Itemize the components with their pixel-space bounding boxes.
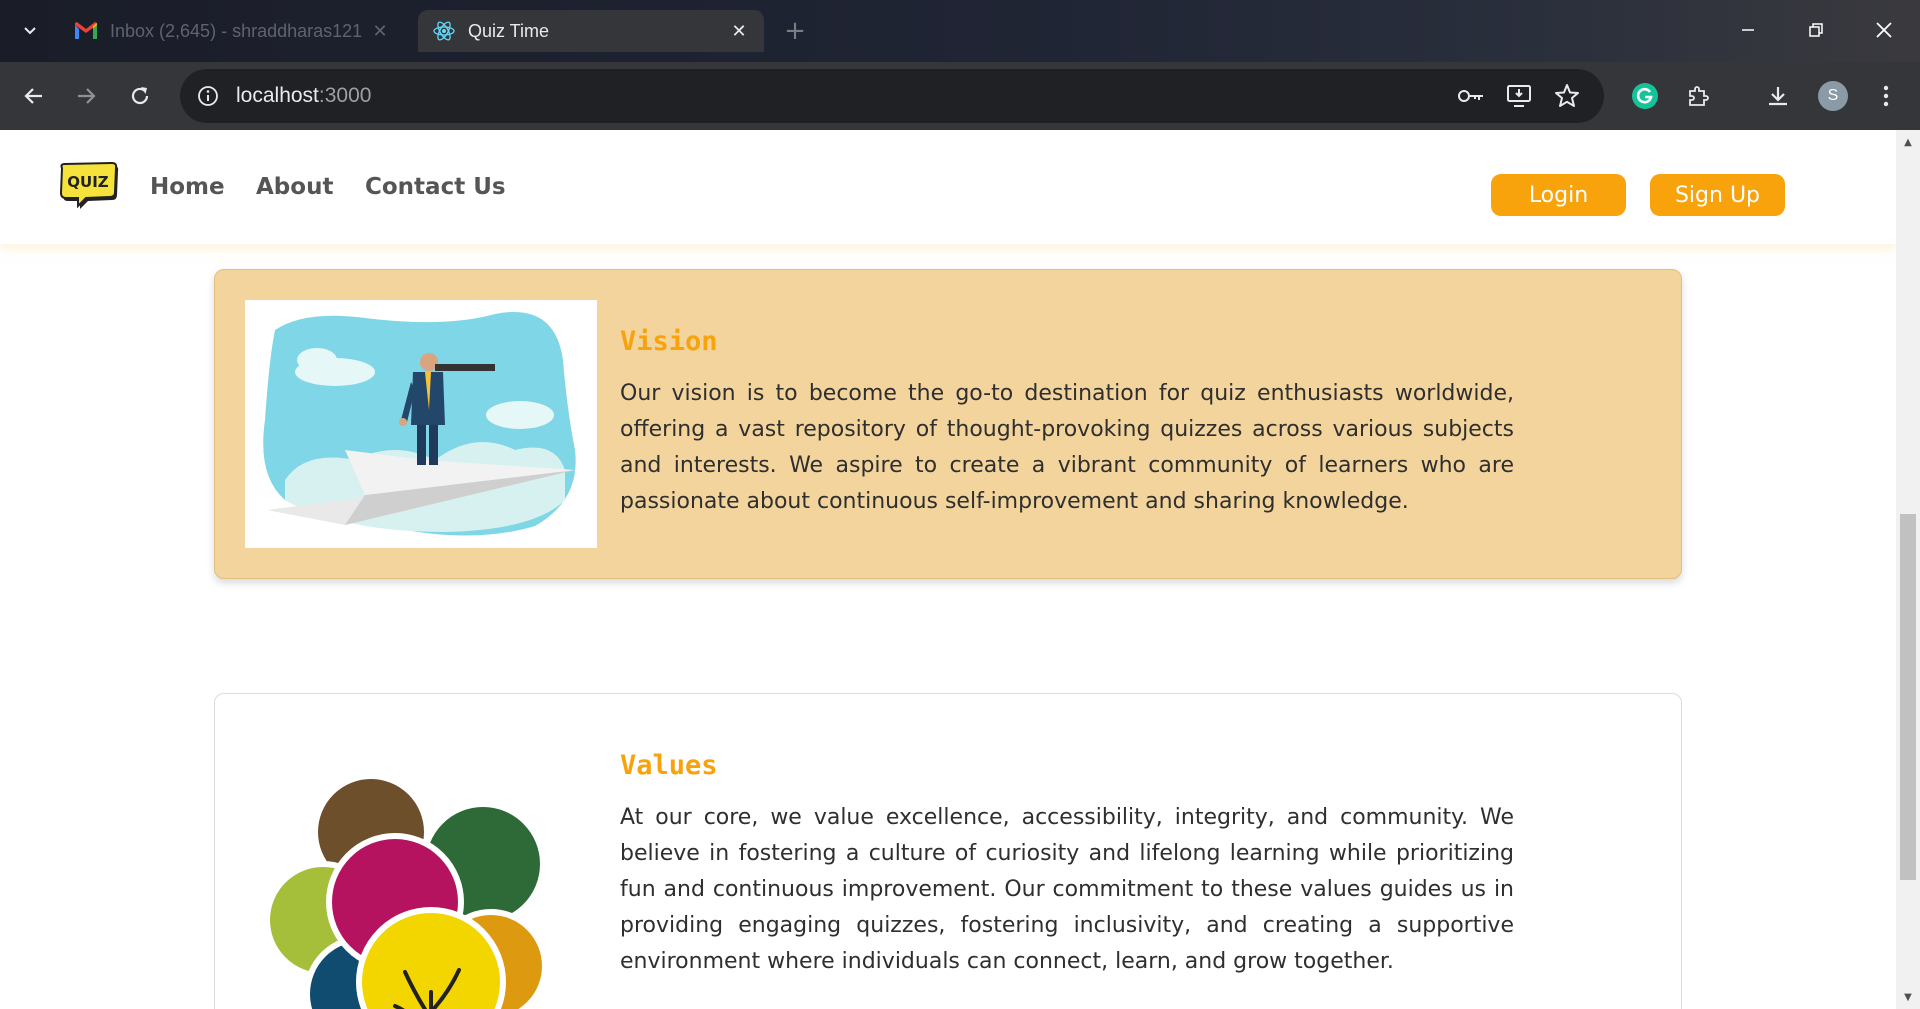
password-key-icon[interactable] xyxy=(1456,82,1486,110)
install-app-icon[interactable] xyxy=(1504,82,1534,110)
vision-title: Vision xyxy=(620,326,718,357)
site-info-icon[interactable] xyxy=(194,82,222,110)
tab-title: Quiz Time xyxy=(468,20,550,41)
download-icon xyxy=(1769,87,1787,106)
close-icon xyxy=(1876,22,1892,38)
close-icon[interactable]: ✕ xyxy=(728,20,750,42)
minimize-button[interactable] xyxy=(1726,10,1770,50)
bookmark-star-icon[interactable] xyxy=(1552,82,1582,110)
login-label: Login xyxy=(1528,182,1589,208)
logo-text: QUIZ xyxy=(67,173,109,191)
vision-card: Vision Our vision is to become the go-to… xyxy=(214,269,1682,579)
tab-title: Inbox (2,645) - shraddharas121 xyxy=(110,20,363,41)
browser-tab-strip: Inbox (2,645) - shraddharas121 ✕ Quiz Ti… xyxy=(0,0,1920,62)
extensions-button[interactable] xyxy=(1678,76,1718,116)
quiz-logo[interactable]: QUIZ xyxy=(56,160,120,210)
chevron-down-icon xyxy=(24,27,36,35)
restore-button[interactable] xyxy=(1794,10,1838,50)
browser-tab-quiz-time[interactable]: Quiz Time ✕ xyxy=(418,10,764,52)
scrollbar-thumb[interactable] xyxy=(1900,514,1916,880)
reload-button[interactable] xyxy=(120,76,160,116)
react-icon xyxy=(432,19,456,43)
back-button[interactable] xyxy=(14,76,54,116)
minimize-icon xyxy=(1742,29,1754,31)
gmail-icon xyxy=(74,19,98,43)
site-navbar: QUIZ Home About Contact Us Login Sign Up xyxy=(0,130,1896,244)
vision-text: Our vision is to become the go-to destin… xyxy=(620,381,1514,514)
page-viewport: QUIZ Home About Contact Us Login Sign Up xyxy=(0,130,1896,1009)
vision-illustration xyxy=(245,300,597,548)
grammarly-icon xyxy=(1632,83,1658,109)
values-text: At our core, we value excellence, access… xyxy=(620,805,1514,974)
browser-tab-gmail[interactable]: Inbox (2,645) - shraddharas121 ✕ xyxy=(60,10,405,52)
downloads-button[interactable] xyxy=(1758,76,1798,116)
values-illustration xyxy=(245,734,597,1009)
menu-button[interactable] xyxy=(1866,76,1906,116)
restore-icon xyxy=(1809,23,1823,37)
more-vertical-icon xyxy=(1883,85,1889,107)
page-scrollbar[interactable]: ▲ ▼ xyxy=(1896,130,1920,1009)
signup-button[interactable]: Sign Up xyxy=(1650,174,1785,216)
forward-button[interactable] xyxy=(66,76,106,116)
profile-initial: S xyxy=(1827,87,1839,104)
browser-toolbar: localhost:3000 S xyxy=(0,62,1920,130)
close-window-button[interactable] xyxy=(1862,10,1906,50)
url-port: :3000 xyxy=(318,84,372,107)
nav-link-contact-us[interactable]: Contact Us xyxy=(365,174,506,200)
reload-icon xyxy=(131,87,149,105)
login-button[interactable]: Login xyxy=(1491,174,1626,216)
values-card: Values At our core, we value excellence,… xyxy=(214,693,1682,1009)
arrow-right-icon xyxy=(78,88,96,104)
scroll-down-arrow-icon[interactable]: ▼ xyxy=(1902,991,1914,1003)
profile-avatar[interactable]: S xyxy=(1818,81,1848,111)
values-title: Values xyxy=(620,750,718,781)
plus-icon: + xyxy=(784,16,806,46)
tab-search-button[interactable] xyxy=(12,12,48,48)
nav-link-home[interactable]: Home xyxy=(150,174,225,200)
grammarly-extension-button[interactable] xyxy=(1625,76,1665,116)
new-tab-button[interactable]: + xyxy=(780,16,810,46)
signup-label: Sign Up xyxy=(1674,182,1761,208)
address-bar[interactable]: localhost:3000 xyxy=(180,69,1604,123)
url-host: localhost xyxy=(236,84,319,107)
puzzle-icon xyxy=(1689,86,1709,106)
url-text: localhost:3000 xyxy=(236,84,371,108)
close-icon[interactable]: ✕ xyxy=(369,20,391,42)
nav-link-about[interactable]: About xyxy=(256,174,333,200)
arrow-left-icon xyxy=(24,88,42,104)
scroll-up-arrow-icon[interactable]: ▲ xyxy=(1902,136,1914,148)
